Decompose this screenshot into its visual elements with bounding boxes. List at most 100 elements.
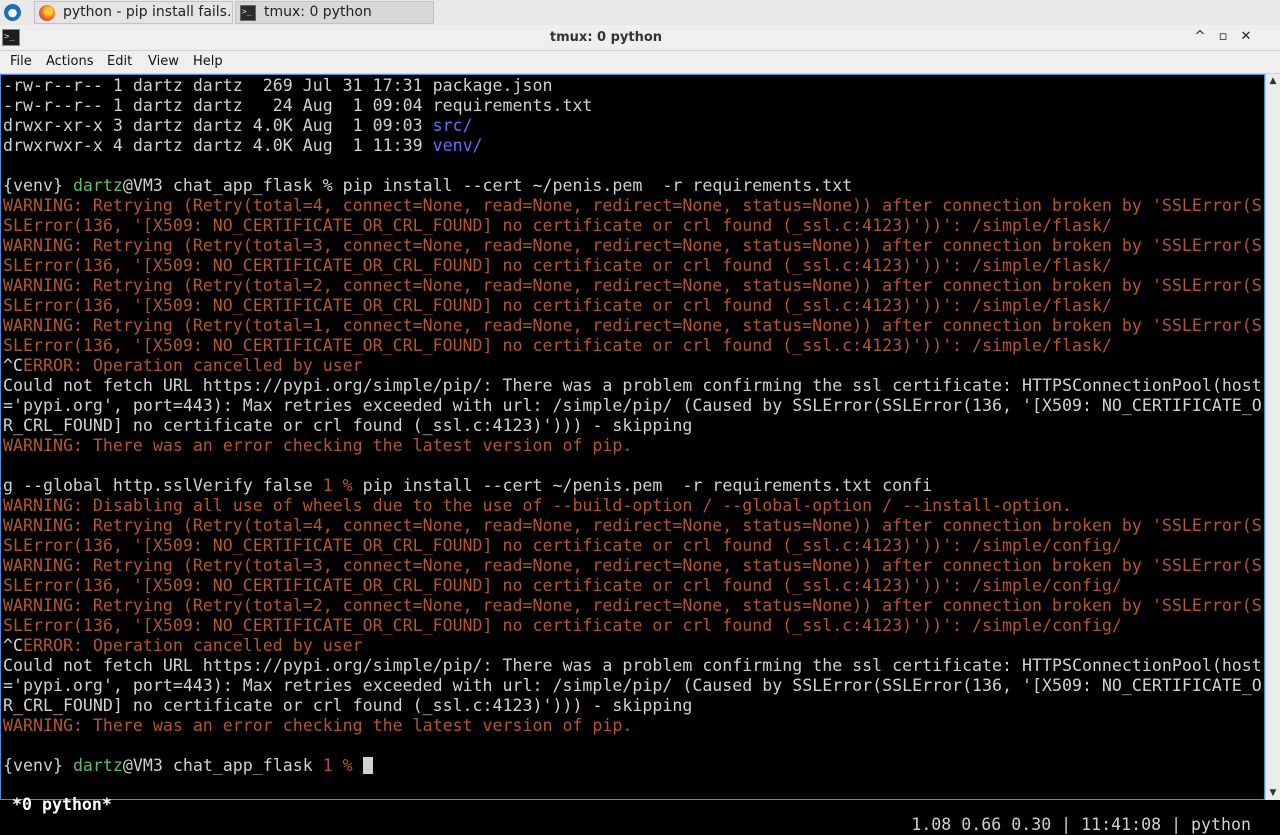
terminal-line: WARNING: There was an error checking the… <box>3 716 1264 736</box>
terminal-text: @VM3 chat_app_flask % pip install --cert… <box>122 176 853 195</box>
terminal-line: ='pypi.org', port=443): Max retries exce… <box>3 396 1264 416</box>
terminal-text: Could not fetch URL https://pypi.org/sim… <box>3 376 1262 395</box>
taskbar: ● python - pip install fails... >_ tmux:… <box>0 0 1280 26</box>
menu-help[interactable]: Help <box>187 51 229 73</box>
terminal-cursor <box>362 757 373 774</box>
close-button[interactable]: ✕ <box>1237 28 1255 46</box>
scrollbar[interactable]: ▲ ▼ <box>1265 74 1280 800</box>
terminal-line: WARNING: Retrying (Retry(total=3, connec… <box>3 556 1264 576</box>
terminal-line: SLError(136, '[X509: NO_CERTIFICATE_OR_C… <box>3 336 1264 356</box>
menu-view[interactable]: View <box>142 51 185 73</box>
taskbar-item-firefox[interactable]: python - pip install fails... <box>34 1 233 24</box>
terminal-line: -rw-r--r-- 1 dartz dartz 24 Aug 1 09:04 … <box>3 96 1264 116</box>
terminal-text: dartz <box>72 176 123 195</box>
terminal-text: WARNING: Retrying (Retry(total=2, connec… <box>3 596 1262 615</box>
terminal-text: WARNING: Retrying (Retry(total=4, connec… <box>3 196 1262 215</box>
terminal-text: {venv} <box>3 176 73 195</box>
terminal-text: {venv} <box>3 756 73 775</box>
terminal-text: dartz <box>72 756 123 775</box>
terminal-text: WARNING: Retrying (Retry(total=2, connec… <box>3 276 1262 295</box>
scroll-down-icon[interactable]: ▼ <box>1266 786 1280 800</box>
terminal-line: SLError(136, '[X509: NO_CERTIFICATE_OR_C… <box>3 256 1264 276</box>
terminal-text: Could not fetch URL https://pypi.org/sim… <box>3 656 1262 675</box>
maximize-button[interactable]: ▫ <box>1214 28 1232 46</box>
terminal-line: WARNING: Retrying (Retry(total=1, connec… <box>3 316 1264 336</box>
terminal-text: WARNING: Retrying (Retry(total=3, connec… <box>3 236 1262 255</box>
terminal-line: drwxr-xr-x 3 dartz dartz 4.0K Aug 1 09:0… <box>3 116 1264 136</box>
terminal-line: SLError(136, '[X509: NO_CERTIFICATE_OR_C… <box>3 616 1264 636</box>
menu-file[interactable]: File <box>4 51 38 73</box>
terminal-line: WARNING: Retrying (Retry(total=4, connec… <box>3 196 1264 216</box>
terminal-text: g --global http.sslVerify false <box>3 476 323 495</box>
app-launcher-icon[interactable]: ● <box>4 4 21 21</box>
terminal-text: 1 % <box>322 756 353 775</box>
terminal-text: src/ <box>432 116 473 135</box>
terminal-text: SLError(136, '[X509: NO_CERTIFICATE_OR_C… <box>3 536 1122 555</box>
terminal-text: ERROR: Operation cancelled by user <box>22 636 363 655</box>
terminal-text: WARNING: There was an error checking the… <box>3 436 633 455</box>
terminal-line: WARNING: Retrying (Retry(total=2, connec… <box>3 596 1264 616</box>
terminal-line: R_CRL_FOUND] no certificate or crl found… <box>3 696 1264 716</box>
scroll-up-icon[interactable]: ▲ <box>1266 74 1280 88</box>
window-title: tmux: 0 python <box>549 30 663 45</box>
menu-actions[interactable]: Actions <box>40 51 100 73</box>
tmux-status-bar: *0 python* 1.08 0.66 0.30 | 11:41:08 | p… <box>2 775 1262 834</box>
terminal-text: R_CRL_FOUND] no certificate or crl found… <box>3 696 693 715</box>
terminal-text: R_CRL_FOUND] no certificate or crl found… <box>3 416 693 435</box>
menu-edit[interactable]: Edit <box>101 51 138 73</box>
terminal-text: @VM3 chat_app_flask <box>122 756 323 775</box>
terminal-text: drwxrwxr-x 4 dartz dartz 4.0K Aug 1 11:3… <box>3 136 433 155</box>
terminal-text: SLError(136, '[X509: NO_CERTIFICATE_OR_C… <box>3 576 1122 595</box>
firefox-icon <box>39 5 55 21</box>
terminal-text: WARNING: There was an error checking the… <box>3 716 633 735</box>
terminal-text: SLError(136, '[X509: NO_CERTIFICATE_OR_C… <box>3 216 1112 235</box>
terminal-text: WARNING: Retrying (Retry(total=4, connec… <box>3 516 1262 535</box>
terminal-text: ERROR: Operation cancelled by user <box>22 356 363 375</box>
terminal-text: drwxr-xr-x 3 dartz dartz 4.0K Aug 1 09:0… <box>3 116 433 135</box>
terminal-line: WARNING: Retrying (Retry(total=4, connec… <box>3 516 1264 536</box>
terminal-line: SLError(136, '[X509: NO_CERTIFICATE_OR_C… <box>3 536 1264 556</box>
terminal-line: WARNING: Retrying (Retry(total=2, connec… <box>3 276 1264 296</box>
terminal-view[interactable]: -rw-r--r-- 1 dartz dartz 269 Jul 31 17:3… <box>0 74 1265 800</box>
terminal-text: pip install --cert ~/penis.pem -r requir… <box>352 476 933 495</box>
terminal-line: R_CRL_FOUND] no certificate or crl found… <box>3 416 1264 436</box>
terminal-text: ^C <box>3 356 23 375</box>
terminal-line: ^CERROR: Operation cancelled by user <box>3 636 1264 656</box>
terminal-line: drwxrwxr-x 4 dartz dartz 4.0K Aug 1 11:3… <box>3 136 1264 156</box>
terminal-text: WARNING: Disabling all use of wheels due… <box>3 496 1072 515</box>
terminal-text: -rw-r--r-- 1 dartz dartz 24 Aug 1 09:04 … <box>3 96 593 115</box>
terminal-line: {venv} dartz@VM3 chat_app_flask 1 % <box>3 756 1264 776</box>
terminal-line: g --global http.sslVerify false 1 % pip … <box>3 476 1264 496</box>
terminal-line: ^CERROR: Operation cancelled by user <box>3 356 1264 376</box>
terminal-text: ='pypi.org', port=443): Max retries exce… <box>3 676 1262 695</box>
terminal-line: WARNING: Disabling all use of wheels due… <box>3 496 1264 516</box>
terminal-line: SLError(136, '[X509: NO_CERTIFICATE_OR_C… <box>3 216 1264 236</box>
taskbar-item-terminal[interactable]: >_ tmux: 0 python <box>235 1 434 24</box>
terminal-text: venv/ <box>432 136 483 155</box>
terminal-text: ^C <box>3 636 23 655</box>
minimize-button[interactable]: ^ <box>1191 28 1209 46</box>
terminal-line: WARNING: There was an error checking the… <box>3 436 1264 456</box>
taskbar-item-label: python - pip install fails... <box>63 4 233 20</box>
terminal-line: {venv} dartz@VM3 chat_app_flask % pip in… <box>3 176 1264 196</box>
taskbar-item-label: tmux: 0 python <box>264 4 372 20</box>
menubar: File Actions Edit View Help <box>0 51 1280 74</box>
terminal-line: -rw-r--r-- 1 dartz dartz 269 Jul 31 17:3… <box>3 76 1264 96</box>
terminal-text: ='pypi.org', port=443): Max retries exce… <box>3 396 1262 415</box>
tmux-window-list[interactable]: *0 python* <box>12 795 112 815</box>
terminal-line: Could not fetch URL https://pypi.org/sim… <box>3 376 1264 396</box>
terminal-text: -rw-r--r-- 1 dartz dartz 269 Jul 31 17:3… <box>3 76 553 95</box>
terminal-text: SLError(136, '[X509: NO_CERTIFICATE_OR_C… <box>3 336 1112 355</box>
terminal-text: SLError(136, '[X509: NO_CERTIFICATE_OR_C… <box>3 256 1112 275</box>
terminal-icon: >_ <box>240 5 256 21</box>
terminal-text: WARNING: Retrying (Retry(total=3, connec… <box>3 556 1262 575</box>
terminal-line: ='pypi.org', port=443): Max retries exce… <box>3 676 1264 696</box>
window-titlebar[interactable]: >_ tmux: 0 python ^ ▫ ✕ <box>0 25 1280 51</box>
tmux-status-right: 1.08 0.66 0.30 | 11:41:08 | python <box>911 815 1251 834</box>
terminal-text: SLError(136, '[X509: NO_CERTIFICATE_OR_C… <box>3 616 1122 635</box>
terminal-line: Could not fetch URL https://pypi.org/sim… <box>3 656 1264 676</box>
terminal-line: SLError(136, '[X509: NO_CERTIFICATE_OR_C… <box>3 296 1264 316</box>
